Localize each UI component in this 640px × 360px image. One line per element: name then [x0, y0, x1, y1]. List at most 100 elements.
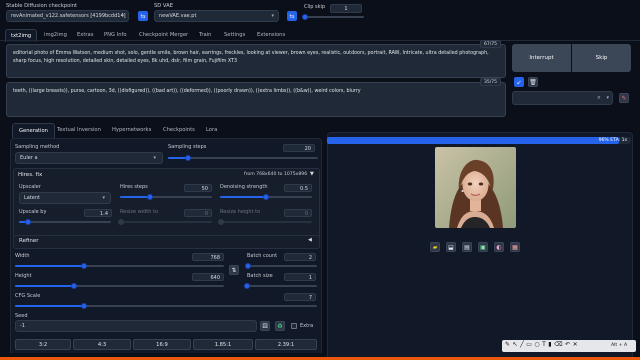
zip-icon[interactable]: ▤: [462, 242, 472, 252]
sampling-steps-slider[interactable]: [168, 155, 318, 161]
negative-prompt-textarea[interactable]: teeth, ((large breasts)), purse, cartoon…: [6, 82, 506, 117]
refresh-vae-icon[interactable]: ⇆: [287, 11, 297, 21]
height-slider[interactable]: [15, 283, 224, 289]
clear-icon[interactable]: ×: [597, 95, 601, 101]
progress-bar: 96% ETA: 1s: [327, 137, 631, 144]
denoise-slider[interactable]: [220, 194, 312, 200]
slider-knob[interactable]: [184, 155, 191, 161]
slider-knob[interactable]: [263, 194, 269, 200]
arrow-icon[interactable]: ↖: [513, 341, 521, 348]
checkpoint-select[interactable]: revAnimated_v122.safetensors [4199bcdd14…: [6, 10, 129, 22]
upscale-by-slider[interactable]: [19, 219, 111, 225]
sampling-steps-label: Sampling steps: [168, 144, 207, 150]
aspect-ratio-button[interactable]: 3:2: [15, 339, 71, 350]
close-icon[interactable]: ✕: [573, 341, 581, 348]
tab-checkpoint-merger[interactable]: Checkpoint Merger: [139, 32, 188, 38]
collapse-icon[interactable]: ▼: [310, 171, 314, 177]
sampling-method-select[interactable]: Euler a ▾: [15, 152, 163, 164]
width-slider[interactable]: [15, 263, 224, 269]
styles-select[interactable]: × ▾: [512, 91, 613, 105]
resize-height-label: Resize height to: [220, 209, 261, 215]
tab-extras[interactable]: Extras: [77, 32, 93, 38]
aspect-ratio-button[interactable]: 2.39:1: [255, 339, 317, 350]
hires-steps-input[interactable]: 50: [184, 184, 212, 192]
skip-button[interactable]: Skip: [572, 44, 631, 72]
chevron-down-icon: ▾: [606, 95, 609, 101]
slider-knob[interactable]: [244, 283, 250, 289]
extra-checkbox[interactable]: [291, 323, 297, 329]
batch-count-input[interactable]: 2: [284, 253, 316, 261]
slider-knob[interactable]: [244, 263, 251, 269]
interrupt-button[interactable]: Interrupt: [512, 44, 571, 72]
cfg-scale-input[interactable]: 7: [284, 293, 316, 301]
subtab-lora[interactable]: Lora: [206, 127, 217, 133]
refresh-checkpoints-icon[interactable]: ⇆: [138, 11, 148, 21]
circle-icon[interactable]: ○: [534, 341, 542, 348]
folder-icon[interactable]: ▰: [430, 242, 440, 252]
tab-img2img[interactable]: img2img: [44, 32, 67, 38]
prompt-textarea[interactable]: editorial photo of Emma Watson, medium s…: [6, 44, 506, 78]
aspect-ratio-button[interactable]: 4:3: [73, 339, 131, 350]
batch-count-slider[interactable]: [244, 263, 317, 269]
tab-settings[interactable]: Settings: [224, 32, 245, 38]
tab-extensions[interactable]: Extensions: [257, 32, 285, 38]
hires-steps-label: Hires steps: [120, 184, 148, 190]
sampling-steps-input[interactable]: 20: [283, 144, 315, 152]
resize-width-slider[interactable]: [118, 219, 212, 225]
undo-icon[interactable]: ↶: [565, 341, 573, 348]
resize-height-slider[interactable]: [218, 219, 312, 225]
toolbar-icons[interactable]: ✎↖╱▭○T▮⌫↶✕: [505, 341, 580, 348]
subtab-hypernetworks[interactable]: Hypernetworks: [112, 127, 151, 133]
pen-icon[interactable]: ✎: [505, 341, 513, 348]
dice-icon[interactable]: ⚄: [260, 321, 270, 331]
refiner-section[interactable]: [13, 235, 320, 249]
send-to-img2img-icon[interactable]: ▣: [478, 242, 488, 252]
prompt-text: editorial photo of Emma Watson, medium s…: [13, 51, 489, 64]
aspect-ratio-button[interactable]: 1.85:1: [193, 339, 253, 350]
vae-select[interactable]: newVAE.vae.pt ▾: [154, 10, 279, 22]
slider-knob[interactable]: [80, 263, 87, 269]
subtab-textual-inversion[interactable]: Textual Inversion: [57, 127, 101, 133]
send-to-inpaint-icon[interactable]: ◐: [494, 242, 504, 252]
swap-dimensions-icon[interactable]: ⇅: [229, 265, 239, 275]
resize-height-input[interactable]: 0: [284, 209, 312, 217]
height-label: Height: [15, 273, 32, 279]
denoise-input[interactable]: 0.5: [284, 184, 312, 192]
tab-png-info[interactable]: PNG Info: [104, 32, 127, 38]
height-input[interactable]: 640: [192, 273, 224, 281]
upscale-by-input[interactable]: 1.4: [84, 209, 112, 217]
tab-train[interactable]: Train: [199, 32, 211, 38]
hires-steps-slider[interactable]: [120, 194, 212, 200]
resize-width-input[interactable]: 0: [184, 209, 212, 217]
seed-input[interactable]: -1: [15, 320, 257, 332]
paste-params-icon[interactable]: ↙: [514, 77, 524, 87]
hires-from-text: from 768x640 to 1075x896: [244, 172, 308, 177]
upscaler-select[interactable]: Latent ▾: [19, 192, 111, 204]
batch-size-slider[interactable]: [244, 283, 317, 289]
send-to-extras-icon[interactable]: ▦: [510, 242, 520, 252]
slider-knob[interactable]: [70, 283, 77, 289]
subtab-generation[interactable]: Generation: [12, 123, 55, 138]
width-input[interactable]: 768: [192, 253, 224, 261]
width-label: Width: [15, 253, 30, 259]
checkpoint-label: Stable Diffusion checkpoint: [6, 3, 78, 9]
slider-knob[interactable]: [218, 219, 224, 225]
edit-styles-icon[interactable]: ✎: [619, 93, 629, 103]
expand-icon[interactable]: ◀: [308, 237, 312, 243]
trash-icon[interactable]: 🗑: [528, 77, 538, 87]
save-icon[interactable]: ⬓: [446, 242, 456, 252]
eraser-icon[interactable]: ⌫: [554, 341, 565, 348]
recycle-icon[interactable]: ♻: [275, 321, 285, 331]
clip-skip-input[interactable]: 1: [330, 4, 362, 13]
batch-size-label: Batch size: [247, 273, 273, 279]
resize-width-label: Resize width to: [120, 209, 159, 215]
clip-skip-slider[interactable]: [302, 14, 364, 20]
cfg-scale-slider[interactable]: [15, 303, 317, 309]
batch-size-input[interactable]: 1: [284, 273, 316, 281]
subtab-checkpoints[interactable]: Checkpoints: [163, 127, 195, 133]
portrait-image: [435, 147, 516, 228]
slider-knob[interactable]: [118, 219, 124, 225]
slider-knob[interactable]: [302, 14, 308, 20]
generated-image[interactable]: [435, 147, 516, 228]
aspect-ratio-button[interactable]: 16:9: [133, 339, 191, 350]
